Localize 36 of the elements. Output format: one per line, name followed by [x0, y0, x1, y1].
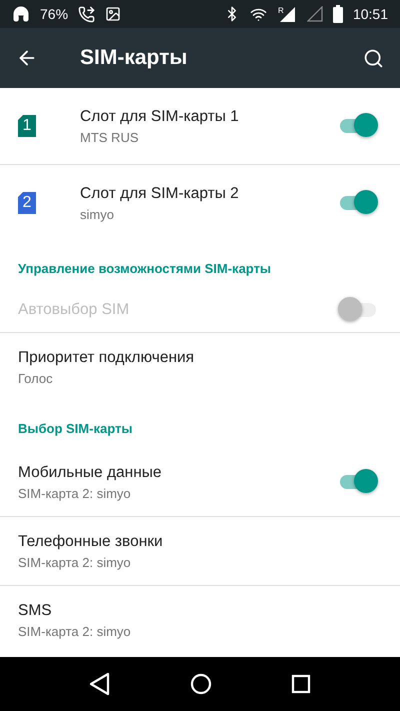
- setting-row[interactable]: SMS SIM-карта 2: simyo: [0, 586, 400, 655]
- screen-title: SIM-карты: [80, 46, 188, 70]
- battery-icon: [332, 5, 343, 23]
- item-title: Автовыбор SIM: [18, 301, 130, 319]
- sim-card-icon: 2: [18, 192, 36, 214]
- search-button[interactable]: [363, 48, 384, 68]
- item-title: Мобильные данные: [18, 464, 163, 482]
- item-title: SMS: [18, 602, 53, 620]
- item-subtitle: SIM-карта 2: simyo: [18, 624, 132, 638]
- section-header: Выбор SIM-карты: [18, 420, 132, 436]
- headphones-icon: [12, 5, 30, 23]
- image-icon: [105, 6, 122, 22]
- item-title: Слот для SIM-карты 2: [80, 184, 240, 202]
- sim-slot-row[interactable]: 2 Слот для SIM-карты 2 simyo: [0, 165, 400, 242]
- item-subtitle: Голос: [18, 370, 54, 386]
- setting-row[interactable]: Приоритет подключения Голос: [0, 333, 400, 402]
- signal-icon: R: [276, 5, 297, 23]
- item-title: Слот для SIM-карты 1: [80, 108, 240, 126]
- item-subtitle: SIM-карта 2: simyo: [18, 486, 132, 500]
- empty-signal-icon: [306, 6, 323, 22]
- setting-row[interactable]: Мобильные данные SIM-карта 2: simyo: [0, 448, 400, 517]
- battery-percent: 76%: [40, 6, 68, 22]
- recents-nav-icon[interactable]: [290, 674, 311, 694]
- clock: 10:51: [352, 6, 388, 22]
- sim-card-icon: 1: [18, 115, 36, 137]
- call-forward-icon: [78, 6, 96, 22]
- item-title: Приоритет подключения: [18, 348, 196, 366]
- section-header: Управление возможностями SIM-карты: [18, 260, 272, 276]
- item-subtitle: SIM-карта 2: simyo: [18, 554, 132, 570]
- item-subtitle: simyo: [80, 206, 115, 222]
- item-subtitle: MTS RUS: [80, 130, 140, 144]
- item-title: Телефонные звонки: [18, 532, 164, 550]
- home-nav-icon[interactable]: [190, 673, 212, 695]
- sim-slot-row[interactable]: 1 Слот для SIM-карты 1 MTS RUS: [0, 88, 400, 165]
- setting-row[interactable]: Телефонные звонки SIM-карта 2: simyo: [0, 517, 400, 586]
- back-nav-icon[interactable]: [89, 672, 112, 696]
